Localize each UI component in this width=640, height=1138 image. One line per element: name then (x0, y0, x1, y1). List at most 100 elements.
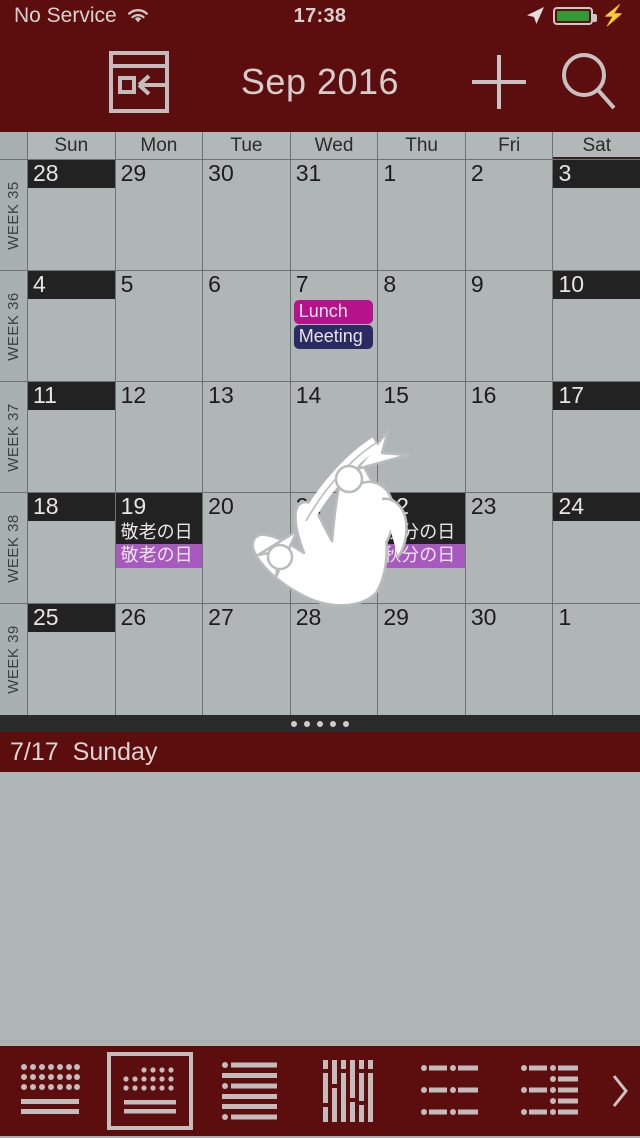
chevron-right-icon[interactable] (600, 1071, 640, 1111)
toolbar-agenda-view-icon[interactable] (500, 1045, 600, 1138)
calendar-day-cell[interactable]: 24 (553, 493, 640, 603)
calendar-day-cell[interactable]: 1 (553, 604, 640, 715)
calendar-day-cell[interactable]: 20 (203, 493, 291, 603)
drag-handle-dots-icon[interactable] (0, 715, 640, 732)
week-number-label: WEEK 38 (0, 493, 28, 603)
calendar-day-cell[interactable]: 15 (378, 382, 466, 492)
calendar-day-cell[interactable]: 6 (203, 271, 291, 381)
day-number: 30 (470, 604, 497, 630)
calendar-day-cell[interactable]: 3 (553, 160, 640, 270)
calendar-day-cell[interactable]: 14 (290, 382, 379, 492)
day-number: 6 (208, 271, 221, 297)
calendar-day-cell[interactable]: 19 敬老の日 敬老の日 (115, 493, 204, 603)
calendar-day-cell[interactable]: 7 Lunch Meeting (290, 271, 379, 381)
day-number: 3 (553, 160, 640, 188)
holiday-label[interactable]: 敬老の日 (115, 544, 203, 568)
day-number: 10 (553, 271, 640, 299)
nav-bar-actions (468, 51, 618, 113)
calendar-day-cell[interactable]: 1 (378, 160, 466, 270)
day-number: 19 (115, 493, 203, 521)
toolbar-week-list-view-icon[interactable] (200, 1045, 300, 1138)
calendar-day-cell[interactable]: 30 (465, 604, 554, 715)
hamburger-menu-icon[interactable] (22, 59, 80, 105)
day-number: 23 (470, 493, 497, 519)
day-number: 11 (28, 382, 115, 410)
holiday-label[interactable]: 秋分の日 (378, 544, 465, 568)
toolbar-month-view-icon[interactable] (0, 1045, 100, 1138)
calendar-day-cell[interactable]: 29 (378, 604, 466, 715)
calendar-day-cell[interactable]: 28 (290, 604, 379, 715)
weekday-header-fri: Fri (466, 132, 554, 159)
holiday-label[interactable]: 秋分の日 (378, 520, 465, 545)
calendar-week-row: WEEK 35 28 29 30 31 1 2 3 (0, 160, 640, 271)
calendar-day-cell[interactable]: 12 (115, 382, 204, 492)
week-number-label: WEEK 39 (0, 604, 28, 715)
calendar-grid[interactable]: Sun Mon Tue Wed Thu Fri Sat WEEK 35 28 29 3… (0, 132, 640, 715)
calendar-day-cell[interactable]: 17 (553, 382, 640, 492)
weekday-header-thu: Thu (378, 132, 466, 159)
calendar-day-cell[interactable]: 10 (553, 271, 640, 381)
calendar-week-row: WEEK 38 18 19 敬老の日 敬老の日 20 21 22 秋分の日 秋分の日 23 24 (0, 493, 640, 604)
search-icon[interactable] (558, 51, 618, 113)
toolbar-week-columns-view-icon[interactable] (300, 1045, 400, 1138)
calendar-day-cell[interactable]: 13 (203, 382, 291, 492)
week-number-text: WEEK 37 (5, 402, 22, 472)
status-bar-right: ⚡ (525, 6, 626, 26)
calendar-day-cell[interactable]: 18 (28, 493, 116, 603)
page-back-icon[interactable] (106, 49, 172, 115)
calendar-day-cell[interactable]: 25 (28, 604, 116, 715)
plus-icon[interactable] (468, 51, 530, 113)
calendar-day-cell[interactable]: 23 (465, 493, 554, 603)
day-number: 13 (208, 382, 234, 408)
weekday-header-mon: Mon (116, 132, 204, 159)
lightning-bolt-icon: ⚡ (601, 5, 626, 27)
calendar-event[interactable]: Meeting (293, 324, 374, 349)
week-number-label: WEEK 37 (0, 382, 28, 492)
day-number: 25 (28, 604, 115, 632)
day-number: 15 (383, 382, 409, 408)
detail-panel-header[interactable]: 7/17 Sunday (0, 732, 640, 772)
status-bar: No Service 17:38 ⚡ (0, 0, 640, 32)
calendar-day-cell[interactable]: 2 (465, 160, 554, 270)
holiday-label[interactable]: 敬老の日 (115, 520, 203, 545)
toolbar-month-list-view-icon[interactable] (100, 1045, 200, 1138)
calendar-week-row: WEEK 37 11 12 13 14 15 16 17 (0, 382, 640, 493)
weekday-header-sun: Sun (28, 132, 116, 159)
calendar-day-cell[interactable]: 27 (203, 604, 291, 715)
toolbar-day-list-view-icon[interactable] (400, 1045, 500, 1138)
calendar-day-cell[interactable]: 8 (378, 271, 466, 381)
nav-bar: Sep 2016 (0, 32, 640, 132)
detail-panel-body[interactable] (0, 772, 640, 1040)
calendar-day-cell[interactable]: 26 (115, 604, 204, 715)
day-number: 17 (553, 382, 640, 410)
day-number: 1 (383, 160, 397, 186)
weekday-header-sat: Sat (553, 132, 640, 159)
battery-icon (553, 7, 598, 25)
calendar-event[interactable]: Lunch (293, 299, 374, 324)
weekday-header-row: Sun Mon Tue Wed Thu Fri Sat (0, 132, 640, 160)
day-number: 28 (295, 604, 322, 630)
calendar-day-cell[interactable]: 9 (465, 271, 554, 381)
calendar-week-row: WEEK 36 4 5 6 7 Lunch Meeting 8 9 10 (0, 271, 640, 382)
day-number: 7 (295, 271, 309, 297)
day-number: 4 (28, 271, 115, 299)
detail-date: 7/17 (10, 737, 59, 766)
weekday-header-wed: Wed (291, 132, 379, 159)
calendar-day-cell[interactable]: 28 (28, 160, 116, 270)
day-number: 2 (470, 160, 484, 186)
calendar-day-cell[interactable]: 5 (115, 271, 204, 381)
calendar-day-cell[interactable]: 31 (290, 160, 379, 270)
day-number: 5 (120, 271, 134, 297)
calendar-day-cell[interactable]: 16 (465, 382, 554, 492)
calendar-day-cell[interactable]: 30 (203, 160, 291, 270)
calendar-day-cell[interactable]: 22 秋分の日 秋分の日 (378, 493, 466, 603)
calendar-week-row: WEEK 39 25 26 27 28 29 30 1 (0, 604, 640, 715)
location-arrow-icon (525, 6, 545, 26)
calendar-day-cell[interactable]: 21 (290, 493, 379, 603)
week-number-text: WEEK 36 (5, 291, 22, 361)
day-number: 16 (470, 382, 497, 408)
calendar-day-cell[interactable]: 29 (115, 160, 204, 270)
calendar-day-cell[interactable]: 11 (28, 382, 116, 492)
calendar-day-cell[interactable]: 4 (28, 271, 116, 381)
day-number: 20 (208, 493, 234, 519)
